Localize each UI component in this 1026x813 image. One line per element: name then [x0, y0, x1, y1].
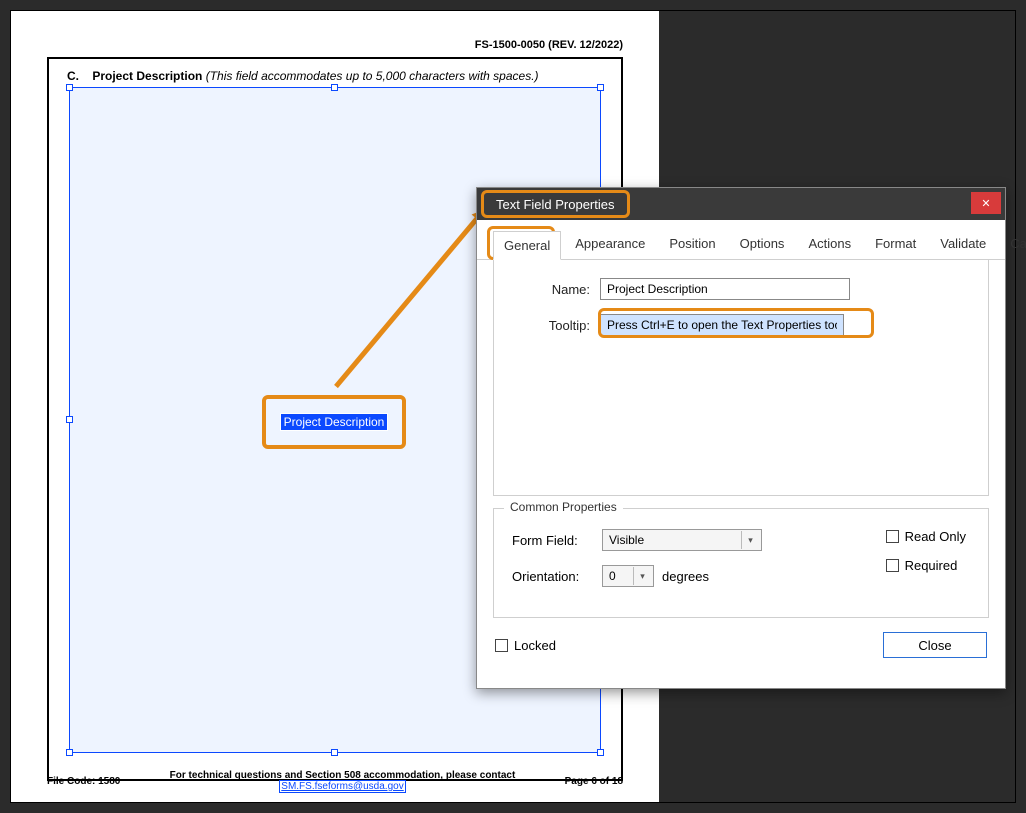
page-number: Page 6 of 18: [565, 776, 623, 787]
dialog-title: Text Field Properties: [496, 197, 615, 212]
read-only-row: Read Only: [886, 529, 966, 544]
form-field-select[interactable]: Visible ▾: [602, 529, 762, 551]
chevron-down-icon: ▾: [633, 567, 651, 585]
tab-validate[interactable]: Validate: [930, 230, 996, 259]
tab-position[interactable]: Position: [659, 230, 725, 259]
tab-appearance[interactable]: Appearance: [565, 230, 655, 259]
orientation-select[interactable]: 0 ▾: [602, 565, 654, 587]
dialog-titlebar[interactable]: Text Field Properties ✕: [477, 188, 1005, 220]
form-field-label: Form Field:: [512, 533, 602, 548]
file-code: File Code: 1580: [47, 776, 120, 787]
section-c-title: C. Project Description (This field accom…: [67, 69, 539, 83]
tab-actions[interactable]: Actions: [798, 230, 861, 259]
orientation-value: 0: [609, 569, 616, 583]
read-only-checkbox[interactable]: [886, 530, 899, 543]
close-icon: ✕: [981, 197, 990, 210]
close-button-label: Close: [918, 638, 951, 653]
tab-options[interactable]: Options: [730, 230, 795, 259]
resize-handle-ml[interactable]: [66, 416, 73, 423]
footer-contact-link[interactable]: SM.FS.fseforms@usda.gov: [279, 780, 405, 793]
chevron-down-icon: ▾: [741, 531, 759, 549]
field-label-text: Project Description: [280, 413, 389, 431]
dialog-title-highlight: Text Field Properties: [481, 190, 630, 218]
general-panel: Name: Tooltip:: [493, 260, 989, 496]
document-footer: File Code: 1580 For technical questions …: [47, 770, 623, 792]
footer-center: For technical questions and Section 508 …: [120, 770, 564, 792]
orientation-unit: degrees: [662, 569, 709, 584]
section-name: Project Description: [92, 69, 202, 83]
resize-handle-tr[interactable]: [597, 84, 604, 91]
common-checkboxes: Read Only Required: [886, 529, 966, 587]
tab-calculate[interactable]: Calculate: [1000, 230, 1026, 259]
dialog-close-button[interactable]: ✕: [971, 192, 1001, 214]
tooltip-row: Tooltip:: [512, 314, 970, 336]
annotation-field-label: Project Description: [262, 395, 406, 449]
resize-handle-tl[interactable]: [66, 84, 73, 91]
dialog-bottom-row: Locked Close: [477, 632, 1005, 672]
tooltip-input[interactable]: [600, 314, 844, 336]
read-only-label: Read Only: [905, 529, 966, 544]
common-properties-legend: Common Properties: [504, 500, 623, 514]
locked-checkbox[interactable]: [495, 639, 508, 652]
locked-wrap: Locked: [495, 638, 556, 653]
locked-label: Locked: [514, 638, 556, 653]
required-label: Required: [905, 558, 958, 573]
tab-general[interactable]: General: [493, 231, 561, 260]
name-input[interactable]: [600, 278, 850, 300]
close-button[interactable]: Close: [883, 632, 987, 658]
form-id-header: FS-1500-0050 (REV. 12/2022): [475, 39, 623, 51]
section-letter: C.: [67, 69, 79, 83]
tooltip-label: Tooltip:: [512, 318, 600, 333]
form-field-value: Visible: [609, 533, 644, 547]
orientation-label: Orientation:: [512, 569, 602, 584]
required-row: Required: [886, 558, 966, 573]
dialog-tab-strip: General Appearance Position Options Acti…: [477, 220, 1005, 260]
name-label: Name:: [512, 282, 600, 297]
resize-handle-tm[interactable]: [331, 84, 338, 91]
text-field-properties-dialog: Text Field Properties ✕ General Appearan…: [476, 187, 1006, 689]
required-checkbox[interactable]: [886, 559, 899, 572]
resize-handle-br[interactable]: [597, 749, 604, 756]
resize-handle-bm[interactable]: [331, 749, 338, 756]
common-properties: Common Properties Form Field: Visible ▾ …: [493, 508, 989, 618]
section-note: (This field accommodates up to 5,000 cha…: [206, 69, 539, 83]
name-row: Name:: [512, 278, 970, 300]
tab-format[interactable]: Format: [865, 230, 926, 259]
resize-handle-bl[interactable]: [66, 749, 73, 756]
